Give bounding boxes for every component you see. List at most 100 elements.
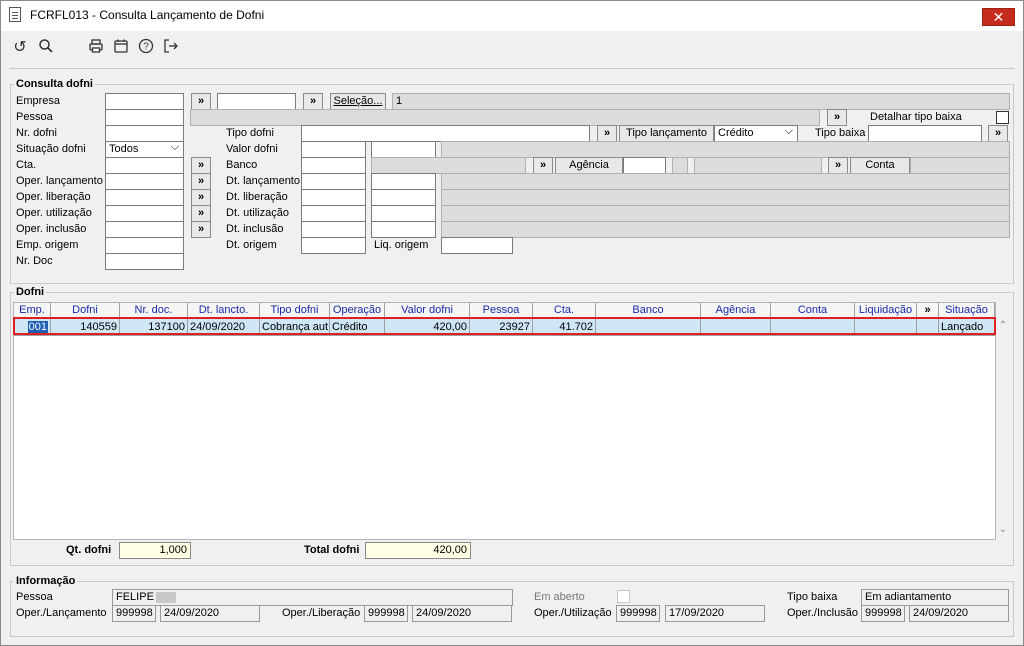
conta-label: Conta: [850, 157, 910, 174]
col-header-situacao[interactable]: Situação: [939, 303, 995, 319]
tipo-baixa-input[interactable]: [868, 125, 982, 142]
cell-dt-lancto[interactable]: 24/09/2020: [188, 319, 260, 336]
banco-input[interactable]: [301, 157, 366, 174]
valor-dofni-from[interactable]: [301, 141, 366, 158]
tipo-lancamento-select[interactable]: Crédito: [714, 125, 798, 142]
detalhar-checkbox[interactable]: [996, 111, 1009, 124]
close-button[interactable]: ✕: [982, 8, 1015, 26]
col-header-agencia[interactable]: Agência: [701, 303, 771, 319]
search-icon[interactable]: [36, 38, 56, 58]
situacao-select[interactable]: Todos: [105, 141, 184, 158]
calendar-icon[interactable]: [111, 38, 131, 58]
cell-banco[interactable]: [596, 319, 701, 336]
scroll-down-icon[interactable]: ⌄: [997, 524, 1009, 535]
empresa-code-input[interactable]: [217, 93, 296, 110]
nr-doc-input[interactable]: [105, 253, 184, 270]
dofni-table: Emp. Dofni Nr. doc. Dt. lancto. Tipo dof…: [13, 302, 996, 540]
oper-inclusao-lookup-button[interactable]: »: [191, 221, 211, 238]
svg-text:?: ?: [143, 42, 149, 53]
cell-emp-value[interactable]: 001: [27, 321, 48, 333]
help-icon[interactable]: ?: [136, 38, 156, 58]
oper-liberacao-lookup-button[interactable]: »: [191, 189, 211, 206]
exit-icon[interactable]: [161, 38, 181, 58]
banco-lookup-button[interactable]: »: [533, 157, 553, 174]
dt-inclusao-filler: [441, 221, 1010, 238]
col-header-more[interactable]: »: [917, 303, 939, 319]
col-header-emp[interactable]: Emp.: [14, 303, 51, 319]
agencia-lookup-button[interactable]: »: [828, 157, 848, 174]
cell-more[interactable]: [917, 319, 939, 336]
em-aberto-label: Em aberto: [534, 591, 585, 603]
empresa-input[interactable]: [105, 93, 184, 110]
cta-input[interactable]: [105, 157, 184, 174]
table-scrollbar[interactable]: ⌃ ⌄: [996, 302, 1010, 540]
oper-utilizacao-input[interactable]: [105, 205, 184, 222]
dt-origem-input[interactable]: [301, 237, 366, 254]
col-header-valor-dofni[interactable]: Valor dofni: [385, 303, 470, 319]
cell-liquidacao[interactable]: [855, 319, 917, 336]
dofni-title: Dofni: [14, 286, 47, 298]
oper-inclusao-input[interactable]: [105, 221, 184, 238]
col-header-liquidacao[interactable]: Liquidação: [855, 303, 917, 319]
cell-nr-doc[interactable]: 137100: [120, 319, 188, 336]
print-icon[interactable]: [86, 38, 106, 58]
col-header-conta[interactable]: Conta: [771, 303, 855, 319]
redacted-block: [155, 591, 176, 603]
cell-pessoa[interactable]: 23927: [470, 319, 533, 336]
agencia-input[interactable]: [623, 157, 666, 174]
tipo-baixa-lookup-button[interactable]: »: [988, 125, 1008, 142]
oper-lancamento-lookup-button[interactable]: »: [191, 173, 211, 190]
info-oper-lib-label: Oper./Liberação: [282, 607, 361, 619]
oper-utilizacao-lookup-button[interactable]: »: [191, 205, 211, 222]
dt-inclusao-to[interactable]: [371, 221, 436, 238]
cell-tipo-dofni[interactable]: Cobrança aut: [260, 319, 330, 336]
dt-liberacao-from[interactable]: [301, 189, 366, 206]
table-row[interactable]: 001 140559 137100 24/09/2020 Cobrança au…: [14, 319, 995, 336]
empresa-label: Empresa: [16, 95, 61, 107]
oper-liberacao-input[interactable]: [105, 189, 184, 206]
tipo-dofni-lookup-button[interactable]: »: [597, 125, 617, 142]
conta-field: [910, 157, 1010, 174]
pessoa-input[interactable]: [105, 109, 184, 126]
cell-valor-dofni[interactable]: 420,00: [385, 319, 470, 336]
col-header-nr-doc[interactable]: Nr. doc.: [120, 303, 188, 319]
nr-dofni-input[interactable]: [105, 125, 184, 142]
cell-agencia[interactable]: [701, 319, 771, 336]
liq-origem-input[interactable]: [441, 237, 513, 254]
valor-dofni-to[interactable]: [371, 141, 436, 158]
cta-lookup-button[interactable]: »: [191, 157, 211, 174]
pessoa-lookup-button[interactable]: »: [827, 109, 847, 126]
dt-utilizacao-from[interactable]: [301, 205, 366, 222]
undo-icon[interactable]: ↺: [10, 38, 30, 58]
dt-liberacao-to[interactable]: [371, 189, 436, 206]
cell-cta[interactable]: 41.702: [533, 319, 596, 336]
dt-inclusao-from[interactable]: [301, 221, 366, 238]
dt-lancamento-from[interactable]: [301, 173, 366, 190]
col-header-tipo-dofni[interactable]: Tipo dofni: [260, 303, 330, 319]
cell-operacao[interactable]: Crédito: [330, 319, 385, 336]
tipo-dofni-input[interactable]: [301, 125, 590, 142]
dt-inclusao-label: Dt. inclusão: [226, 223, 284, 235]
col-header-dt-lancto[interactable]: Dt. lancto.: [188, 303, 260, 319]
cell-conta[interactable]: [771, 319, 855, 336]
emp-origem-input[interactable]: [105, 237, 184, 254]
dt-utilizacao-to[interactable]: [371, 205, 436, 222]
oper-lancamento-input[interactable]: [105, 173, 184, 190]
col-header-dofni[interactable]: Dofni: [51, 303, 120, 319]
cell-emp[interactable]: 001: [14, 319, 51, 336]
empresa-lookup-button[interactable]: »: [191, 93, 211, 110]
info-oper-util-date: 17/09/2020: [665, 605, 765, 622]
tipo-dofni-label: Tipo dofni: [226, 127, 274, 139]
dt-lancamento-to[interactable]: [371, 173, 436, 190]
info-pessoa-value: FELIPE: [112, 589, 513, 606]
col-header-cta[interactable]: Cta.: [533, 303, 596, 319]
col-header-banco[interactable]: Banco: [596, 303, 701, 319]
dt-liberacao-label: Dt. liberação: [226, 191, 288, 203]
cell-dofni[interactable]: 140559: [51, 319, 120, 336]
empresa-code-lookup-button[interactable]: »: [303, 93, 323, 110]
col-header-operacao[interactable]: Operação: [330, 303, 385, 319]
scroll-up-icon[interactable]: ⌃: [997, 320, 1009, 331]
selecao-button[interactable]: Seleção...: [330, 93, 386, 110]
cell-situacao[interactable]: Lançado: [939, 319, 995, 336]
col-header-pessoa[interactable]: Pessoa: [470, 303, 533, 319]
